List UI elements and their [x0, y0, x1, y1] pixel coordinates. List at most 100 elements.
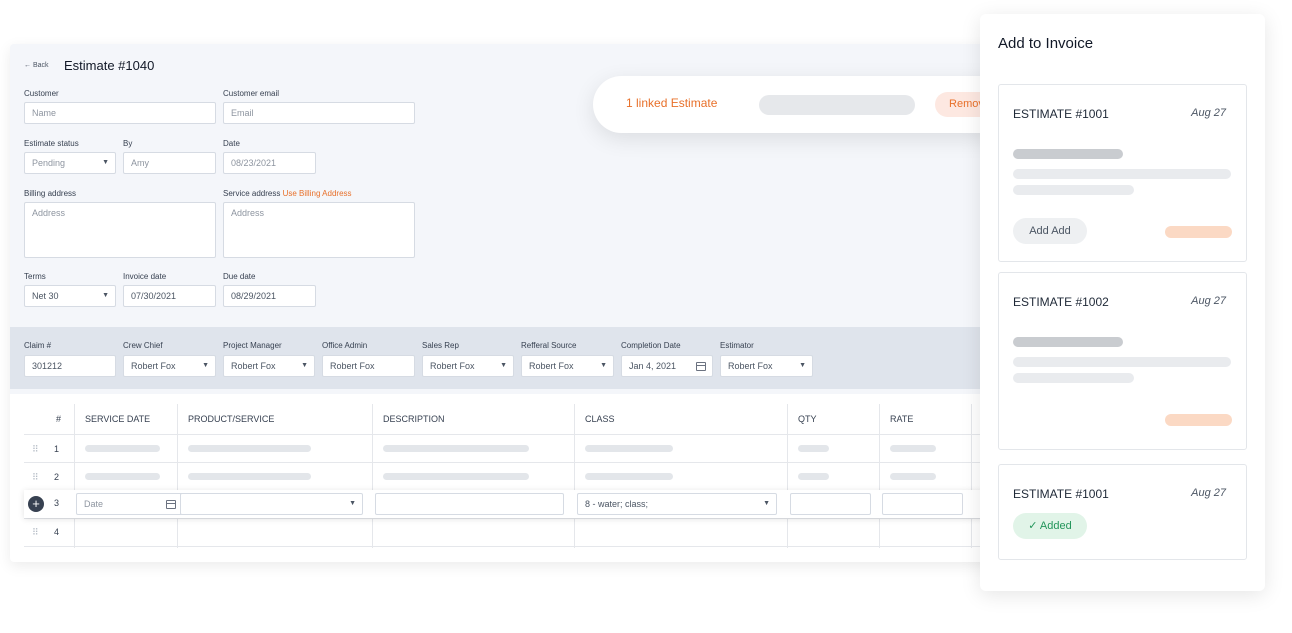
estimator-value: Robert Fox: [728, 361, 773, 371]
row-number: 1: [54, 444, 60, 454]
estimate-date: Aug 27: [1191, 107, 1226, 119]
placeholder-bar: [1165, 226, 1232, 238]
description-input[interactable]: [375, 493, 564, 515]
table-row-editing: + 3 Date ▼ 8 - water; class; ▼: [24, 490, 1000, 518]
crew-chief-value: Robert Fox: [131, 361, 176, 371]
estimate-date: Aug 27: [1191, 487, 1226, 499]
add-row-plus-icon[interactable]: +: [28, 496, 44, 512]
chevron-down-icon: ▼: [799, 362, 806, 369]
line-items-table: # SERVICE DATE PRODUCT/SERVICE DESCRIPTI…: [10, 394, 1000, 562]
placeholder-bar: [890, 473, 936, 480]
date-label: Date: [223, 139, 240, 148]
estimate-card[interactable]: ESTIMATE #1001 Aug 27 Add Add: [998, 84, 1247, 262]
row-divider: [24, 546, 1000, 547]
service-address-label: Service address Use Billing Address: [223, 189, 352, 198]
date-input[interactable]: 08/23/2021: [223, 152, 316, 174]
billing-address-input[interactable]: Address: [24, 202, 216, 258]
class-value: 8 - water; class;: [585, 499, 649, 509]
add-to-invoice-panel: Add to Invoice ESTIMATE #1001 Aug 27 Add…: [980, 14, 1265, 591]
row-number: 2: [54, 472, 60, 482]
rate-input[interactable]: [882, 493, 963, 515]
estimator-label: Estimator: [720, 341, 754, 350]
estimate-status-value: Pending: [32, 158, 66, 168]
invoice-date-input[interactable]: 07/30/2021: [123, 285, 216, 307]
crew-chief-select[interactable]: Robert Fox ▼: [123, 355, 216, 377]
checkmark-icon: ✓: [1028, 520, 1038, 532]
back-arrow-icon: ←: [24, 62, 31, 69]
drag-handle-icon[interactable]: ⠿: [32, 444, 39, 455]
sales-rep-value: Robert Fox: [430, 361, 475, 371]
estimate-card[interactable]: ESTIMATE #1002 Aug 27: [998, 272, 1247, 450]
service-address-input[interactable]: Address: [223, 202, 415, 258]
by-input[interactable]: Amy: [123, 152, 216, 174]
drag-handle-icon[interactable]: ⠿: [32, 527, 39, 538]
due-date-label: Due date: [223, 272, 256, 281]
chevron-down-icon: ▼: [349, 500, 356, 507]
office-admin-label: Office Admin: [322, 341, 368, 350]
qty-input[interactable]: [790, 493, 871, 515]
row-divider: [24, 518, 1000, 519]
class-select[interactable]: 8 - water; class; ▼: [577, 493, 777, 515]
column-header-product-service: PRODUCT/SERVICE: [188, 414, 275, 424]
column-divider: [177, 404, 178, 548]
placeholder-bar: [383, 473, 529, 480]
chevron-down-icon: ▼: [102, 159, 109, 166]
added-label: Added: [1039, 520, 1072, 532]
placeholder-bar: [188, 445, 311, 452]
referral-source-select[interactable]: Robert Fox ▼: [521, 355, 614, 377]
column-divider: [879, 404, 880, 548]
estimate-status-select[interactable]: Pending ▼: [24, 152, 116, 174]
placeholder-bar: [585, 473, 673, 480]
completion-date-value: Jan 4, 2021: [629, 361, 677, 371]
chevron-down-icon: ▼: [500, 362, 507, 369]
page-title: Estimate #1040: [64, 58, 155, 73]
terms-value: Net 30: [32, 291, 59, 301]
estimate-name: ESTIMATE #1001: [1013, 487, 1109, 501]
project-manager-select[interactable]: Robert Fox ▼: [223, 355, 315, 377]
calendar-icon[interactable]: [696, 362, 706, 371]
column-header-rate: RATE: [890, 414, 914, 424]
row-divider: [24, 434, 1000, 435]
linked-estimate-count[interactable]: 1 linked Estimate: [626, 96, 717, 110]
placeholder-bar: [1013, 373, 1134, 383]
added-badge: ✓ Added: [1013, 513, 1087, 539]
column-divider: [971, 404, 972, 548]
terms-label: Terms: [24, 272, 46, 281]
office-admin-input[interactable]: Robert Fox: [322, 355, 415, 377]
referral-source-value: Robert Fox: [529, 361, 574, 371]
panel-title: Add to Invoice: [998, 35, 1094, 52]
estimator-select[interactable]: Robert Fox ▼: [720, 355, 813, 377]
claim-input[interactable]: 301212: [24, 355, 116, 377]
back-link[interactable]: ← Back: [24, 62, 49, 69]
placeholder-bar: [798, 445, 829, 452]
estimate-card[interactable]: ESTIMATE #1001 Aug 27 ✓ Added: [998, 464, 1247, 560]
estimate-status-label: Estimate status: [24, 139, 79, 148]
sales-rep-label: Sales Rep: [422, 341, 459, 350]
column-divider: [574, 404, 575, 548]
placeholder-bar: [1013, 185, 1134, 195]
customer-name-input[interactable]: Name: [24, 102, 216, 124]
project-manager-label: Project Manager: [223, 341, 282, 350]
row-number: 4: [54, 527, 60, 537]
placeholder-bar: [759, 95, 915, 115]
service-date-input[interactable]: Date: [76, 493, 183, 515]
due-date-input[interactable]: 08/29/2021: [223, 285, 316, 307]
referral-source-label: Refferal Source: [521, 341, 577, 350]
calendar-icon[interactable]: [166, 500, 176, 509]
use-billing-address-link[interactable]: Use Billing Address: [283, 189, 352, 198]
add-button[interactable]: Add Add: [1013, 218, 1087, 244]
terms-select[interactable]: Net 30 ▼: [24, 285, 116, 307]
estimate-name: ESTIMATE #1002: [1013, 295, 1109, 309]
sales-rep-select[interactable]: Robert Fox ▼: [422, 355, 514, 377]
customer-label: Customer: [24, 89, 59, 98]
customer-email-label: Customer email: [223, 89, 280, 98]
product-service-select[interactable]: ▼: [180, 493, 363, 515]
column-header-class: CLASS: [585, 414, 615, 424]
completion-date-input[interactable]: Jan 4, 2021: [621, 355, 713, 377]
column-divider: [787, 404, 788, 548]
column-header-number: #: [56, 414, 62, 424]
customer-email-input[interactable]: Email: [223, 102, 415, 124]
drag-handle-icon[interactable]: ⠿: [32, 472, 39, 483]
service-address-label-text: Service address: [223, 189, 281, 198]
placeholder-bar: [383, 445, 529, 452]
